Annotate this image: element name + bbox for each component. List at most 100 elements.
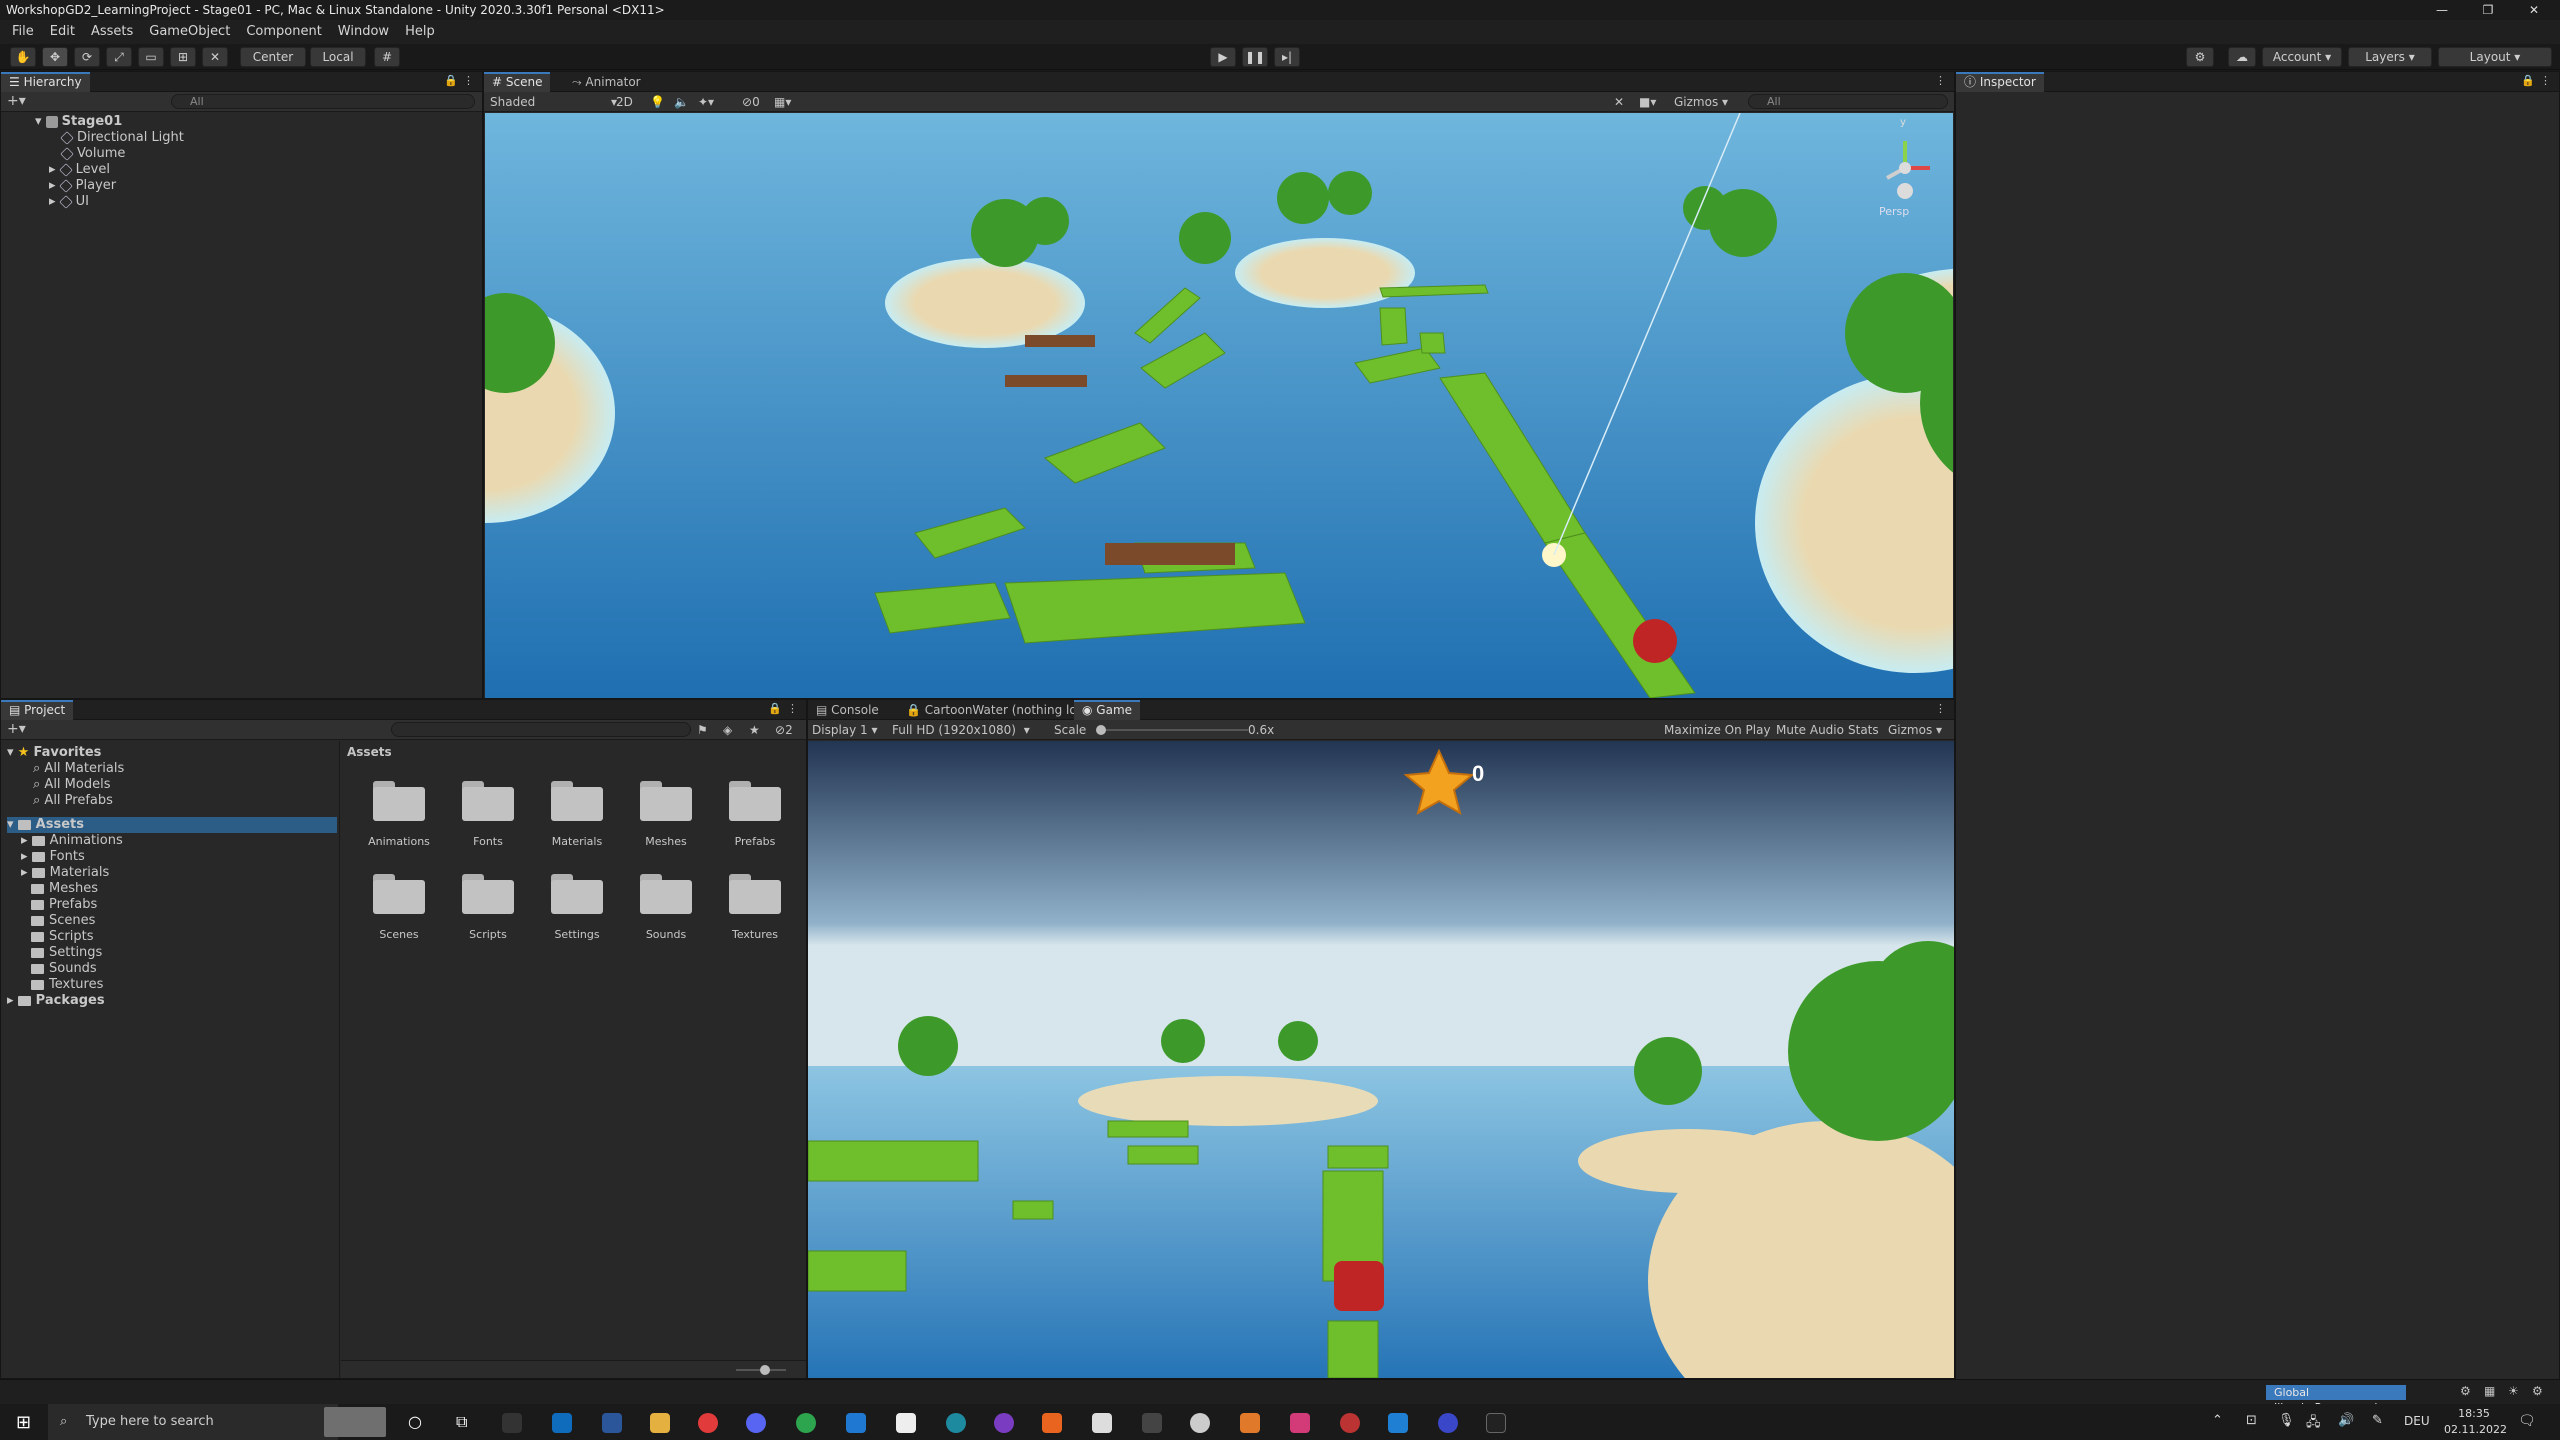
menu-assets[interactable]: Assets xyxy=(83,20,141,44)
shading-dropdown[interactable]: Shaded ▾ xyxy=(490,92,617,112)
hierarchy-scene-row[interactable]: ▾ Stage01 xyxy=(35,114,122,130)
folder-item[interactable]: Textures xyxy=(31,977,103,993)
stats-toggle[interactable]: Stats xyxy=(1848,720,1879,740)
hierarchy-item[interactable]: ▸ Player xyxy=(49,178,116,194)
audio-icon[interactable]: 🔈 xyxy=(674,92,689,112)
grid-snap-icon[interactable]: # xyxy=(374,47,400,67)
tab-hierarchy[interactable]: ☰ Hierarchy xyxy=(1,72,90,92)
tab-game[interactable]: ◉ Game xyxy=(1074,700,1141,720)
hierarchy-item[interactable]: ▸ Level xyxy=(49,162,110,178)
tab-project[interactable]: ▤ Project xyxy=(1,700,74,720)
pause-button[interactable]: ❚❚ xyxy=(1242,47,1268,67)
settings-icon[interactable]: ⚙ xyxy=(2532,1384,2543,1398)
trello-icon[interactable] xyxy=(846,1413,866,1433)
app-icon[interactable] xyxy=(1142,1413,1162,1433)
lighting-status-icon[interactable]: ☀ xyxy=(2508,1384,2519,1398)
rotate-tool-icon[interactable]: ⟳ xyxy=(74,47,100,67)
opera-icon[interactable] xyxy=(698,1413,718,1433)
tab-cartoonwater[interactable]: 🔒 CartoonWater (nothing lo... xyxy=(898,700,1096,720)
blender-icon[interactable] xyxy=(1240,1413,1260,1433)
folder-icon[interactable] xyxy=(640,874,692,914)
language-indicator[interactable]: DEU xyxy=(2404,1414,2430,1428)
unity-icon[interactable] xyxy=(1190,1413,1210,1433)
tab-inspector[interactable]: ⓘ Inspector xyxy=(1956,72,2044,92)
search-by-label-icon[interactable]: ◈ xyxy=(723,720,732,740)
zoom-icon[interactable] xyxy=(1438,1413,1458,1433)
mode-2d-toggle[interactable]: 2D xyxy=(616,92,633,112)
terminal-icon[interactable] xyxy=(502,1413,522,1433)
display-dropdown[interactable]: Display 1 ▾ xyxy=(812,720,878,740)
unity-editor-icon[interactable] xyxy=(1486,1413,1506,1433)
panel-menu-icon[interactable]: ⋮ xyxy=(787,702,798,715)
create-add-icon[interactable]: +▾ xyxy=(7,93,26,109)
project-search-input[interactable] xyxy=(391,722,691,737)
menu-edit[interactable]: Edit xyxy=(42,20,83,44)
taskbar-search-input[interactable]: ⌕ Type here to search xyxy=(48,1404,338,1440)
hidden-packages-counter[interactable]: ⊘2 xyxy=(775,720,793,740)
hand-tool-icon[interactable]: ✋ xyxy=(10,47,36,67)
hierarchy-item[interactable]: Directional Light xyxy=(60,130,184,146)
mute-audio-toggle[interactable]: Mute Audio xyxy=(1776,720,1844,740)
cloud-icon[interactable]: ☁ xyxy=(2228,47,2256,67)
favorite-item[interactable]: ⌕ All Models xyxy=(33,777,110,793)
tray-chevron-icon[interactable]: ⌃ xyxy=(2212,1413,2223,1428)
file-explorer-icon[interactable] xyxy=(650,1413,670,1433)
folder-item[interactable]: Sounds xyxy=(31,961,97,977)
panel-menu-icon[interactable]: ⋮ xyxy=(1935,74,1946,87)
layers-dropdown[interactable]: Layers ▾ xyxy=(2348,47,2432,67)
folder-item[interactable]: Scenes xyxy=(31,913,95,929)
notifications-icon[interactable]: 🗨 xyxy=(2518,1413,2536,1429)
volume-icon[interactable]: 🔊 xyxy=(2338,1413,2354,1428)
hierarchy-item[interactable]: Volume xyxy=(60,146,125,162)
app-icon[interactable] xyxy=(994,1413,1014,1433)
packages-row[interactable]: ▸ Packages xyxy=(7,993,105,1009)
debug-icon[interactable]: ⚙ xyxy=(2460,1384,2471,1398)
folder-icon[interactable] xyxy=(373,874,425,914)
lock-icon[interactable]: 🔒 xyxy=(2521,74,2535,87)
create-add-icon[interactable]: +▾ xyxy=(7,721,26,737)
cortana-icon[interactable]: ○ xyxy=(408,1412,422,1431)
scene-viewport[interactable]: y Persp xyxy=(485,113,1953,698)
scale-slider[interactable] xyxy=(1098,729,1248,731)
network-icon[interactable]: ▦ xyxy=(2484,1384,2495,1398)
folder-item[interactable]: Scripts xyxy=(31,929,93,945)
folder-item[interactable]: Settings xyxy=(31,945,102,961)
folder-item[interactable]: Meshes xyxy=(31,881,98,897)
assets-root-row[interactable]: ▾ Assets xyxy=(7,817,337,833)
hierarchy-item[interactable]: ▸ UI xyxy=(49,194,89,210)
app-icon[interactable] xyxy=(1042,1413,1062,1433)
move-tool-icon[interactable]: ✥ xyxy=(42,47,68,67)
pivot-space-button[interactable]: Local xyxy=(310,47,366,67)
pivot-center-button[interactable]: Center xyxy=(240,47,306,67)
folder-icon[interactable] xyxy=(729,874,781,914)
scene-search-input[interactable]: All xyxy=(1748,94,1948,109)
menu-gameobject[interactable]: GameObject xyxy=(141,20,238,44)
chrome-icon[interactable] xyxy=(796,1413,816,1433)
folder-icon[interactable] xyxy=(729,781,781,821)
lighting-icon[interactable]: 💡 xyxy=(650,92,665,112)
persp-label[interactable]: Persp xyxy=(1879,205,1909,218)
scale-slider-handle[interactable] xyxy=(1096,725,1106,735)
maximize-on-play-toggle[interactable]: Maximize On Play xyxy=(1664,720,1771,740)
tray-icon[interactable]: ⊡ xyxy=(2246,1413,2257,1428)
tab-scene[interactable]: # Scene xyxy=(484,72,551,92)
folder-icon[interactable] xyxy=(462,781,514,821)
icon-size-slider-handle[interactable] xyxy=(760,1365,770,1375)
favorite-item[interactable]: ⌕ All Materials xyxy=(33,761,124,777)
folder-item[interactable]: ▸ Animations xyxy=(21,833,123,849)
panel-menu-icon[interactable]: ⋮ xyxy=(1935,702,1946,715)
network-icon[interactable]: 🖧 xyxy=(2306,1413,2321,1435)
favorite-item[interactable]: ⌕ All Prefabs xyxy=(33,793,113,809)
vscode-icon[interactable] xyxy=(1388,1413,1408,1433)
folder-icon[interactable] xyxy=(551,781,603,821)
custom-tool-icon[interactable]: ✕ xyxy=(202,47,228,67)
hierarchy-search-input[interactable]: All xyxy=(171,94,475,109)
app-icon[interactable] xyxy=(1340,1413,1360,1433)
folder-icon[interactable] xyxy=(462,874,514,914)
tab-animator[interactable]: ⤳ Animator xyxy=(564,72,649,92)
account-dropdown[interactable]: Account ▾ xyxy=(2262,47,2342,67)
outlook-icon[interactable] xyxy=(552,1413,572,1433)
menu-component[interactable]: Component xyxy=(238,20,329,44)
collab-icon[interactable]: ⚙ xyxy=(2186,47,2214,67)
pen-icon[interactable]: ✎ xyxy=(2372,1413,2383,1428)
